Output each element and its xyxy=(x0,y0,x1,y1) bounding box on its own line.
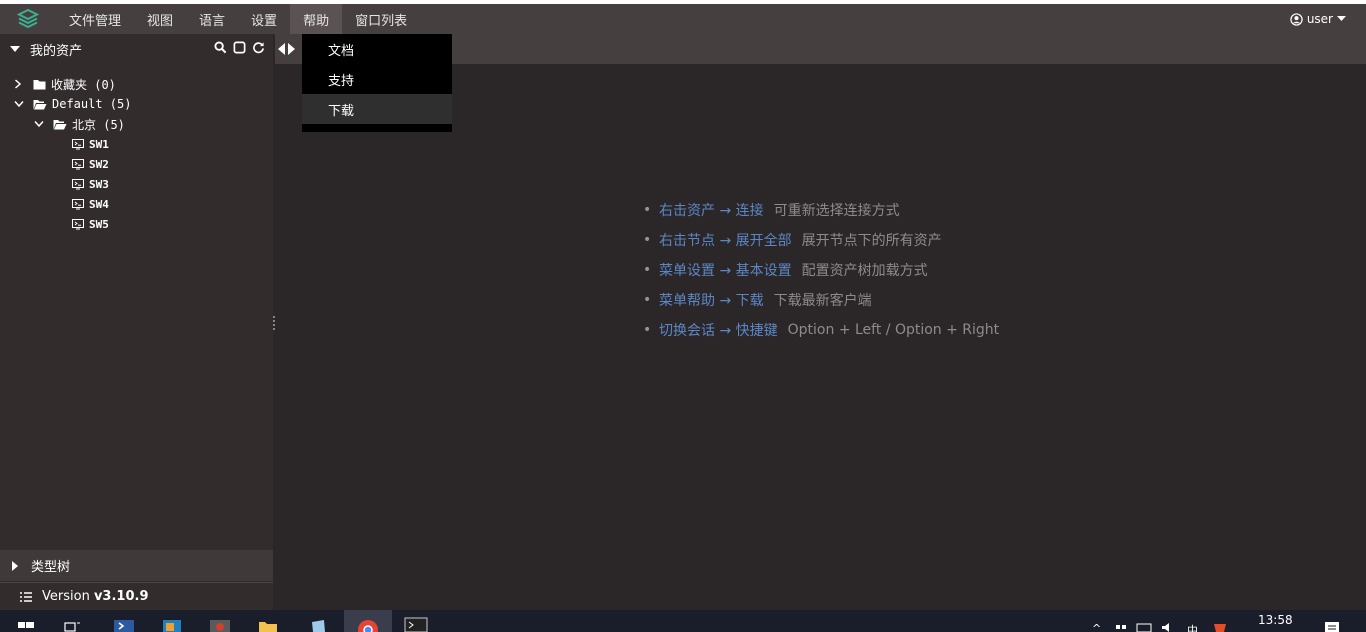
tree-asset-label: SW1 xyxy=(89,137,109,151)
taskbar-clock[interactable]: 13:58 xyxy=(1258,613,1293,627)
version-number: v3.10.9 xyxy=(93,589,149,604)
tip-link: 菜单设置 → 基本设置 xyxy=(659,263,792,279)
terminal-asset-icon xyxy=(72,178,84,189)
powershell-icon[interactable] xyxy=(112,616,136,632)
menu-help[interactable]: 帮助 xyxy=(290,4,343,34)
tree-node-beijing[interactable]: 北京 (5) xyxy=(34,114,125,134)
app-window-icon[interactable] xyxy=(160,616,184,632)
tip-desc: 配置资产树加载方式 xyxy=(801,263,928,279)
tree-asset-label: SW2 xyxy=(89,157,109,171)
usage-tips: • 右击资产 → 连接 可重新选择连接方式 • 右击节点 → 展开全部 展开节点… xyxy=(643,195,999,345)
tree-asset-sw2[interactable]: SW2 xyxy=(72,154,109,174)
terminal-asset-icon xyxy=(72,198,84,209)
folder-open-icon xyxy=(53,119,67,129)
tree-asset-label: SW4 xyxy=(89,197,109,211)
tree-asset-label: SW3 xyxy=(89,177,109,191)
tip-item: • 切换会话 → 快捷键 Option + Left / Option + Ri… xyxy=(643,322,1000,339)
notification-center-icon[interactable] xyxy=(1322,616,1342,632)
version-label: Version xyxy=(42,589,90,604)
tree-asset-sw3[interactable]: SW3 xyxy=(72,174,109,194)
caret-down-icon xyxy=(1337,16,1346,21)
tip-link: 右击节点 → 展开全部 xyxy=(659,233,792,249)
menu-file-management[interactable]: 文件管理 xyxy=(56,4,134,34)
tip-desc: Option + Left / Option + Right xyxy=(787,322,1000,338)
search-icon[interactable] xyxy=(214,41,227,54)
tab-scroll-arrows xyxy=(278,34,295,64)
app-tool-icon[interactable] xyxy=(208,616,232,632)
menu-settings[interactable]: 设置 xyxy=(238,4,290,34)
tip-desc: 可重新选择连接方式 xyxy=(773,203,900,219)
tip-item: • 右击资产 → 连接 可重新选择连接方式 xyxy=(643,202,900,219)
tray-ime-indicator[interactable]: 中 xyxy=(1187,622,1198,632)
tip-item: • 菜单设置 → 基本设置 配置资产树加载方式 xyxy=(643,262,928,279)
task-view-icon[interactable] xyxy=(62,616,86,632)
tree-asset-sw5[interactable]: SW5 xyxy=(72,214,109,234)
help-dropdown-menu: 文档 支持 下载 xyxy=(302,34,452,132)
tree-node-label: 收藏夹 (0) xyxy=(51,77,116,92)
tray-display-icon[interactable] xyxy=(1136,616,1154,632)
sidebar-title: 我的资产 xyxy=(30,43,83,59)
tree-asset-sw4[interactable]: SW4 xyxy=(72,194,109,214)
list-icon xyxy=(20,591,32,602)
refresh-icon[interactable] xyxy=(252,41,265,54)
terminal-icon[interactable] xyxy=(404,616,428,632)
terminal-asset-icon xyxy=(72,218,84,229)
user-name: user xyxy=(1306,12,1333,26)
tree-node-favorites[interactable]: 收藏夹 (0) xyxy=(14,74,116,94)
os-taskbar: ^ 中 13:58 xyxy=(0,610,1366,632)
tray-network-icon[interactable] xyxy=(1114,616,1128,632)
tip-item: • 菜单帮助 → 下载 下载最新客户端 xyxy=(643,292,872,309)
tree-node-default[interactable]: Default (5) xyxy=(14,94,131,114)
help-menu-support[interactable]: 支持 xyxy=(302,64,452,94)
caret-right-icon xyxy=(12,560,18,571)
tip-link: 切换会话 → 快捷键 xyxy=(659,323,778,339)
tree-asset-label: SW5 xyxy=(89,217,109,231)
windows-start-icon[interactable] xyxy=(16,616,40,632)
chevron-down-icon[interactable] xyxy=(34,120,44,128)
terminal-asset-icon xyxy=(72,158,84,169)
tip-desc: 下载最新客户端 xyxy=(773,293,872,309)
menu-language[interactable]: 语言 xyxy=(186,4,238,34)
tree-node-label: Default (5) xyxy=(52,97,132,111)
chrome-icon[interactable] xyxy=(356,616,380,632)
tray-app-icon[interactable] xyxy=(1210,616,1230,632)
tray-volume-icon[interactable] xyxy=(1160,616,1178,632)
square-icon[interactable] xyxy=(233,41,246,54)
sidebar-tools xyxy=(214,41,265,54)
chevron-down-icon[interactable] xyxy=(14,100,24,108)
tip-desc: 展开节点下的所有资产 xyxy=(801,233,942,249)
menu-view[interactable]: 视图 xyxy=(134,4,186,34)
tip-link: 右击资产 → 连接 xyxy=(659,203,764,219)
tip-item: • 右击节点 → 展开全部 展开节点下的所有资产 xyxy=(643,232,942,249)
chevron-right-icon[interactable] xyxy=(14,79,22,89)
help-menu-download[interactable]: 下载 xyxy=(302,94,452,124)
tree-asset-sw1[interactable]: SW1 xyxy=(72,134,109,154)
version-bar: Version v3.10.9 xyxy=(0,582,273,610)
caret-left-icon[interactable] xyxy=(278,43,286,55)
folder-open-icon xyxy=(33,99,47,109)
notepad-icon[interactable] xyxy=(306,616,330,632)
user-menu[interactable]: user xyxy=(1290,4,1346,34)
help-menu-docs[interactable]: 文档 xyxy=(302,34,452,64)
user-avatar-icon xyxy=(1290,12,1303,26)
folder-icon xyxy=(33,79,46,89)
caret-right-icon[interactable] xyxy=(287,43,295,55)
terminal-asset-icon xyxy=(72,138,84,149)
asset-sidebar: 我的资产 收藏夹 (0) Default (5) 北京 (5) SW1 SW2 xyxy=(0,34,273,610)
file-explorer-icon[interactable] xyxy=(256,616,280,632)
type-tree-section[interactable]: 类型树 xyxy=(0,550,273,581)
caret-down-icon xyxy=(10,45,20,52)
tray-chevron-up-icon[interactable]: ^ xyxy=(1092,622,1101,632)
tree-node-label: 北京 (5) xyxy=(72,117,125,132)
tip-link: 菜单帮助 → 下载 xyxy=(659,293,764,309)
type-tree-label: 类型树 xyxy=(31,560,71,575)
menu-window-list[interactable]: 窗口列表 xyxy=(342,4,420,34)
menu-bar: 文件管理 视图 语言 设置 帮助 窗口列表 user xyxy=(0,4,1366,34)
app-logo-icon xyxy=(0,4,56,34)
